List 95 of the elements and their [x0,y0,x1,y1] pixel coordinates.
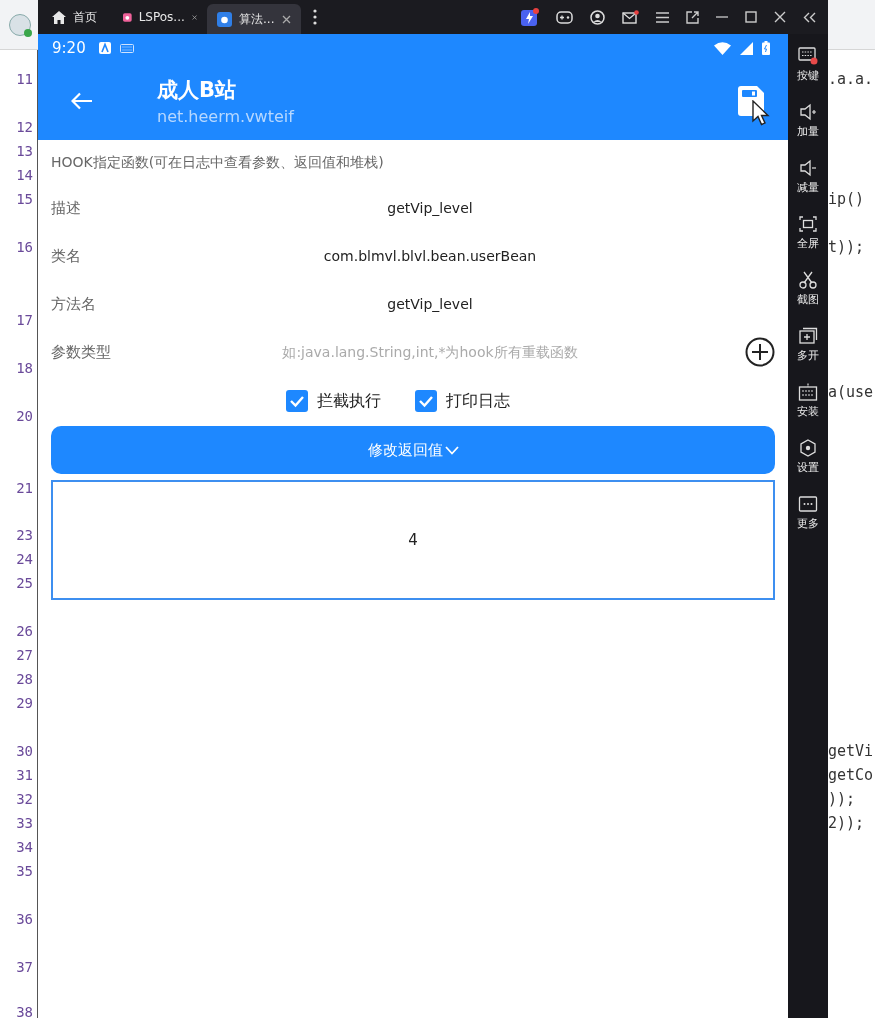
close-icon[interactable] [774,11,786,23]
battery-icon [762,41,770,55]
line-number: 24 [16,550,33,569]
line-number: 29 [16,694,33,713]
code-line: 2)); [828,813,865,834]
sidebar-tool[interactable]: 更多 [797,495,819,545]
notification-icon [98,42,111,54]
close-icon[interactable] [282,14,291,24]
code-line: getCo [828,765,874,786]
sidebar-tool[interactable]: 按键 [797,47,819,97]
line-number: 28 [16,670,33,689]
lightning-icon[interactable] [521,8,539,26]
line-number: 35 [16,862,33,881]
line-number: 15 [16,190,33,209]
cursor-icon [752,100,770,126]
field-value[interactable]: getVip_level [161,200,699,216]
field-value[interactable]: com.blmvl.blvl.bean.userBean [161,248,699,264]
return-value-field[interactable]: 4 [51,480,775,600]
sidebar-tool[interactable]: 多开 [797,327,819,377]
gamepad-icon[interactable] [556,10,573,24]
checkbox-label: 打印日志 [446,390,510,412]
sidebar-tool[interactable]: 全屏 [797,215,819,265]
line-number: 17 [16,311,33,330]
hint-text: HOOK指定函数(可在日志中查看参数、返回值和堆栈) [51,153,385,172]
line-number: 11 [16,70,33,89]
multi-icon [798,327,818,345]
field-label: 参数类型 [51,342,112,362]
line-number: 20 [16,407,33,426]
app-icon [217,11,232,27]
signal-icon [740,41,753,55]
chevron-down-icon [444,445,459,455]
code-line: getVi [828,741,874,762]
line-number: 14 [16,166,33,185]
vol-down-icon [798,159,818,177]
code-line: t)); [828,237,865,258]
line-number: 33 [16,814,33,833]
field-label: 类名 [51,246,82,266]
maximize-icon[interactable] [745,11,757,23]
vol-up-icon [798,103,818,121]
line-number: 34 [16,838,33,857]
popout-icon[interactable] [686,10,699,24]
line-number: 18 [16,359,33,378]
line-number: 13 [16,142,33,161]
line-number: 36 [16,910,33,929]
line-number: 12 [16,118,33,137]
browser-tab[interactable]: 首页 [38,0,113,34]
field-label: 描述 [51,198,82,218]
checkbox[interactable] [415,390,437,412]
sidebar-tool[interactable]: 减量 [797,159,819,209]
more-icon [798,495,818,513]
line-number: 25 [16,574,33,593]
fullscreen-icon [798,215,818,233]
browser-tab[interactable]: 算法... [207,4,301,34]
settings-icon [798,439,818,457]
menu-icon[interactable] [656,11,669,23]
line-number: 21 [16,479,33,498]
line-number: 37 [16,958,33,977]
back-arrow-icon[interactable] [71,92,93,110]
input-field[interactable]: 如:java.lang.String,int,*为hook所有重载函数 [161,344,699,360]
sidebar-tool[interactable]: 安装 [797,383,819,433]
code-line: .a.a. [828,69,874,90]
line-number: 27 [16,646,33,665]
line-number: 32 [16,790,33,809]
checkbox-label: 拦截执行 [317,390,381,412]
code-line: a(use [828,382,874,403]
line-number: 16 [16,238,33,257]
avatar-icon[interactable] [9,13,31,36]
mail-icon[interactable] [622,9,639,25]
sidebar-tool[interactable]: 截图 [797,271,819,321]
line-number: 26 [16,622,33,641]
collapse-icon[interactable] [803,11,816,23]
app-title: 成人B站 [157,77,237,104]
add-icon[interactable] [745,337,775,367]
package-name: net.heerm.vwteif [157,107,296,126]
home-icon [52,10,66,24]
browser-tab[interactable]: LSPos... [113,0,207,34]
code-line: ip() [828,189,865,210]
line-number: 23 [16,526,33,545]
screenshot-icon [798,271,818,289]
sidebar-tool[interactable]: 加量 [797,103,819,153]
sidebar-tool[interactable]: 设置 [797,439,819,489]
keyboard-icon [119,43,134,53]
checkbox[interactable] [286,390,308,412]
user-icon[interactable] [590,9,605,25]
code-line: )); [828,789,856,810]
keys-icon [798,47,818,65]
more-icon[interactable] [313,9,317,25]
field-value[interactable]: getVip_level [161,296,699,312]
line-number: 38 [16,1003,33,1018]
field-label: 方法名 [51,294,97,314]
status-time: 9:20 [52,39,86,57]
wifi-icon [714,41,731,55]
line-number: 31 [16,766,33,785]
install-icon [798,383,818,401]
line-number: 30 [16,742,33,761]
